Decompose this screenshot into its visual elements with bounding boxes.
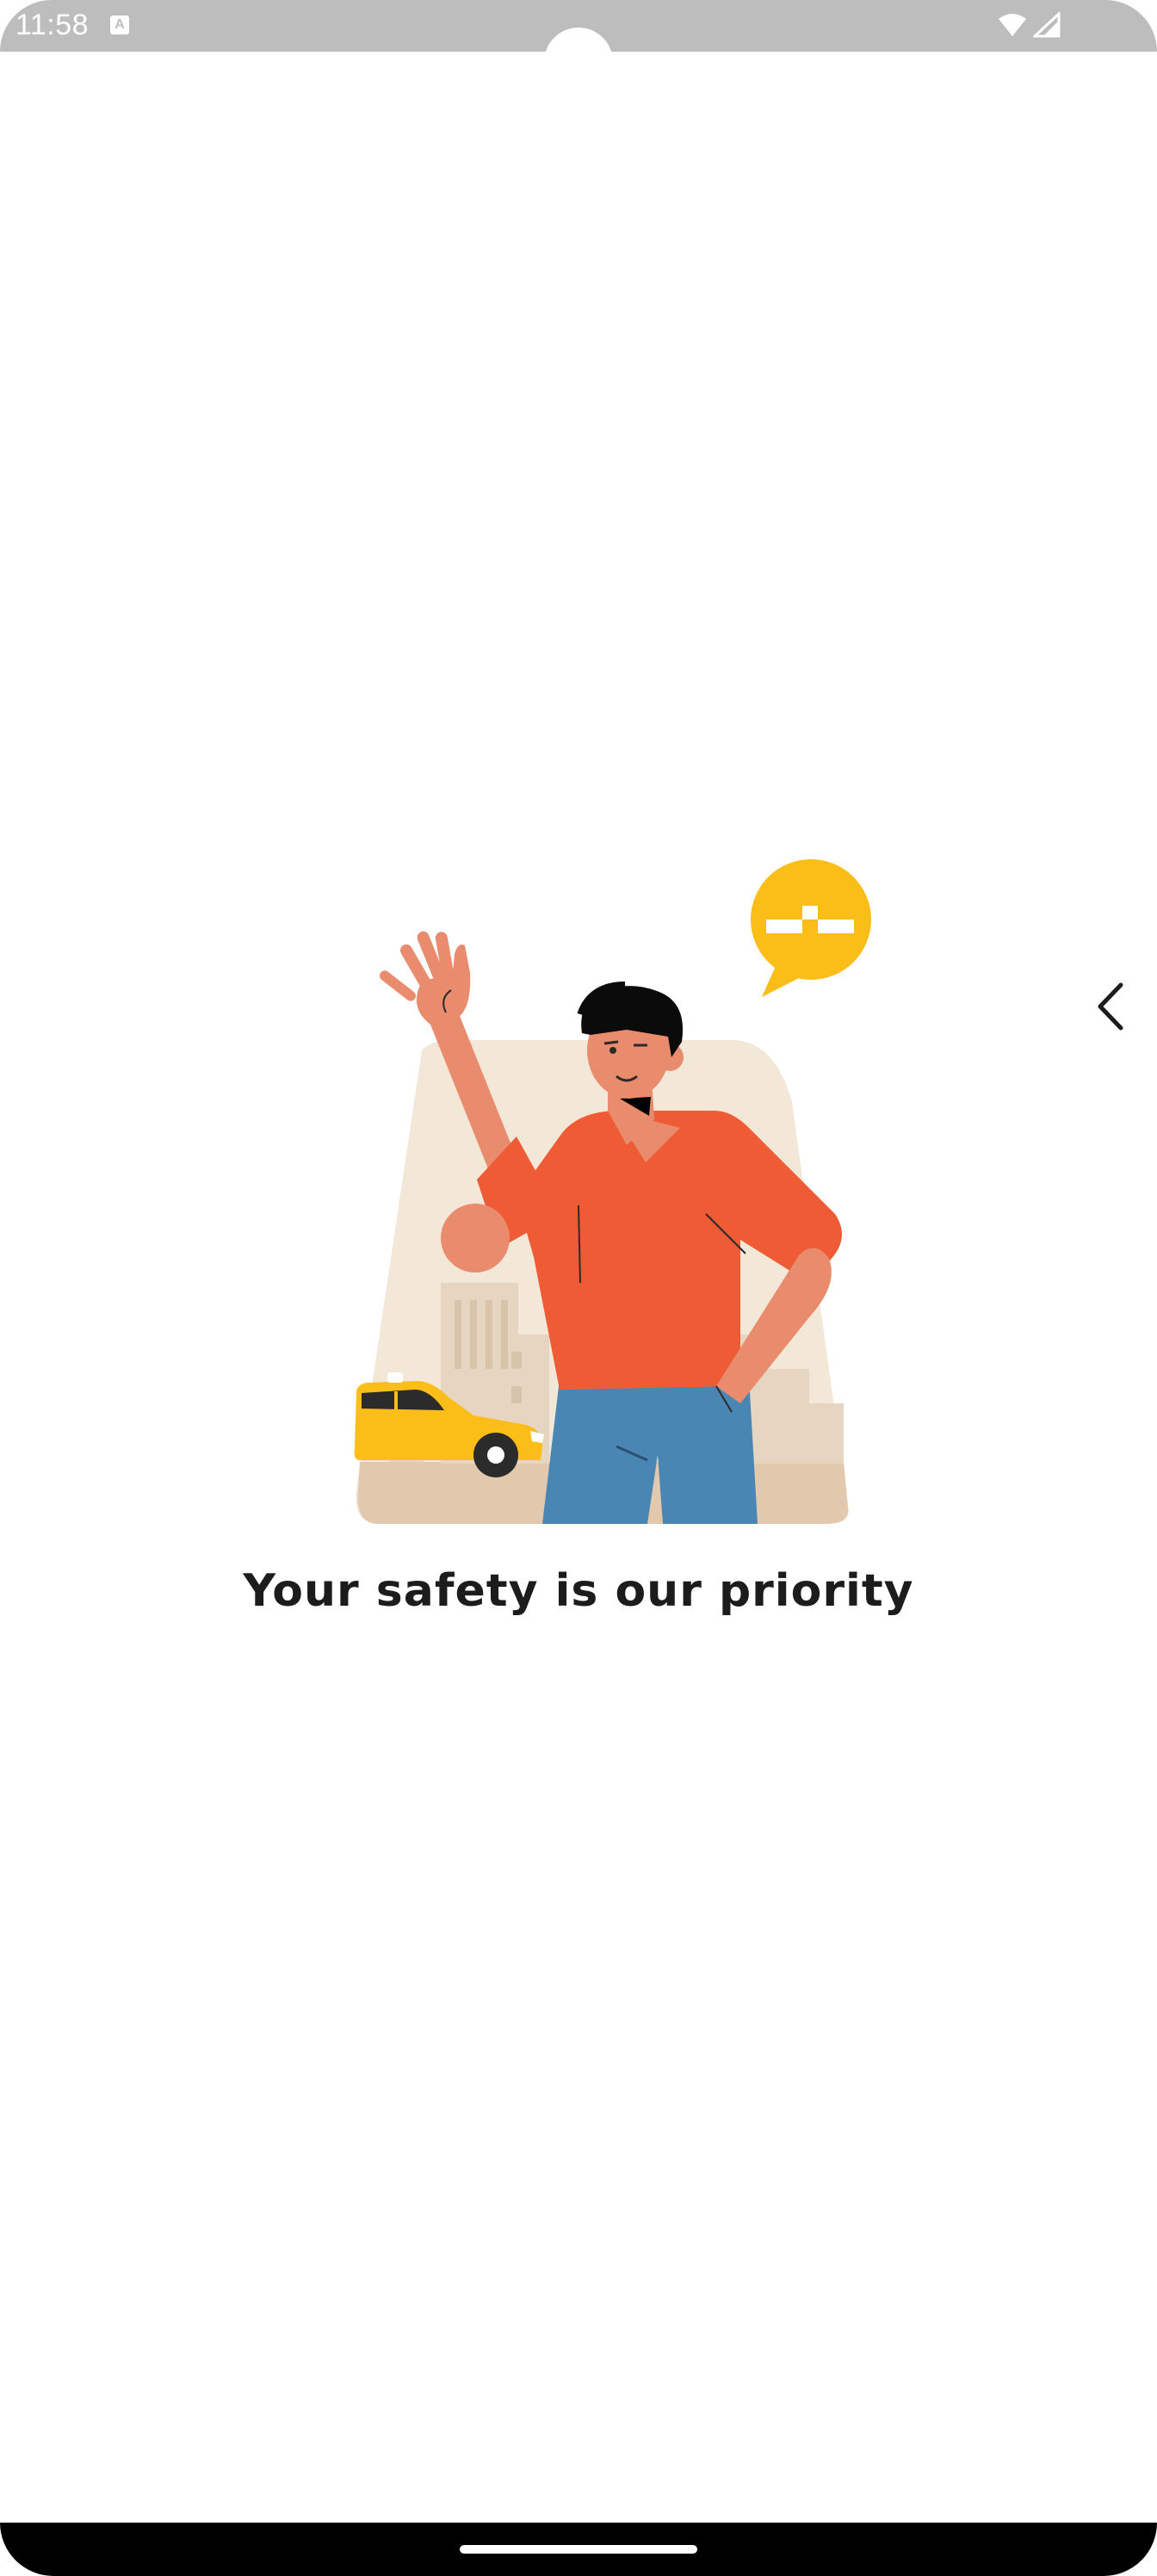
wifi-icon — [999, 14, 1026, 36]
man-jeans — [542, 1378, 758, 1524]
waving-hand — [380, 931, 471, 1025]
status-time: 11:58 — [15, 9, 90, 41]
onboarding-title: Your safety is our priority — [243, 1565, 914, 1617]
taxi-speech-bubble — [751, 859, 871, 997]
home-indicator[interactable] — [460, 2545, 697, 2554]
signal-icon — [1033, 12, 1061, 38]
screen: 11:58 A Your safety is our priority — [0, 0, 1157, 2576]
man-waving-taxi-illustration — [354, 859, 871, 1524]
a-icon: A — [110, 15, 129, 34]
chevron-left-icon[interactable] — [1086, 976, 1138, 1037]
